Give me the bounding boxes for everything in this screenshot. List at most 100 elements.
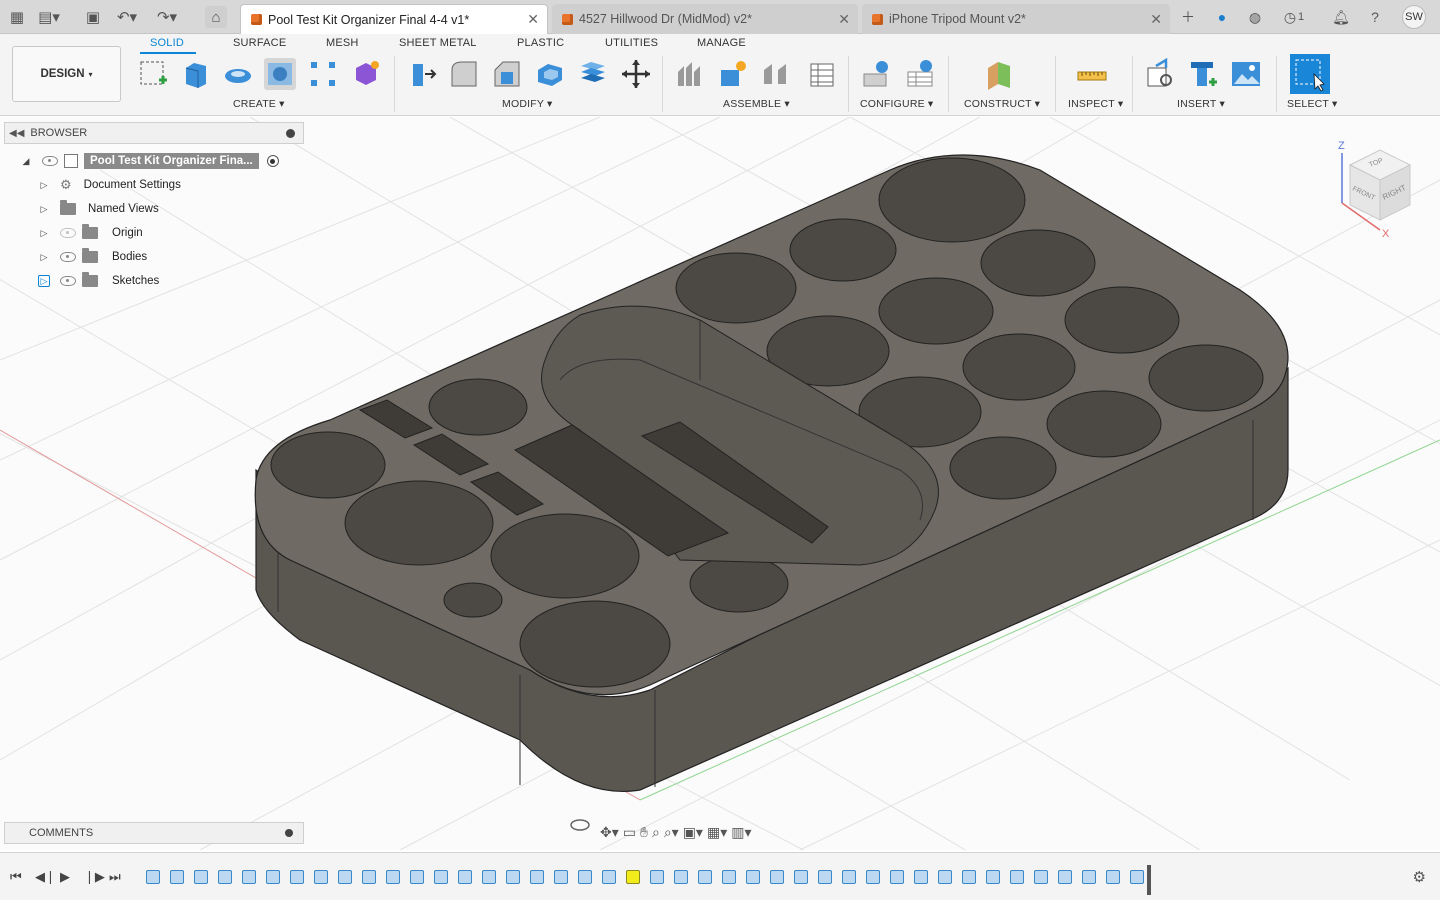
timeline-feature-icon[interactable]: [818, 870, 832, 884]
construct-menu[interactable]: CONSTRUCT ▾: [964, 98, 1040, 110]
timeline-feature-icon[interactable]: [434, 870, 448, 884]
insert-canvas-icon[interactable]: [1230, 58, 1262, 90]
fillet-icon[interactable]: [448, 58, 480, 90]
tab-sheet-metal[interactable]: SHEET METAL: [399, 37, 477, 49]
inspect-menu[interactable]: INSPECT ▾: [1068, 98, 1123, 110]
measure-icon[interactable]: [1076, 58, 1108, 90]
timeline-feature-icon[interactable]: [170, 870, 184, 884]
combine-icon[interactable]: [577, 58, 609, 90]
new-tab-icon[interactable]: ＋: [1177, 6, 1199, 28]
job-status-icon[interactable]: ◷ 1: [1278, 6, 1310, 28]
construct-plane-icon[interactable]: [984, 58, 1016, 90]
tree-root[interactable]: ◢ Pool Test Kit Organizer Fina...: [20, 151, 279, 171]
timeline-feature-icon[interactable]: [218, 870, 232, 884]
model-view[interactable]: [0, 117, 1440, 850]
tree-item-named-views[interactable]: ▷ Named Views: [38, 199, 165, 219]
activate-radio-icon[interactable]: [266, 155, 279, 167]
configure-menu[interactable]: CONFIGURE ▾: [860, 98, 933, 110]
select-menu[interactable]: SELECT ▾: [1287, 98, 1337, 110]
insert-menu[interactable]: INSERT ▾: [1177, 98, 1225, 110]
timeline-feature-icon[interactable]: [842, 870, 856, 884]
timeline-feature-icon[interactable]: [674, 870, 688, 884]
timeline-feature-icon[interactable]: [602, 870, 616, 884]
form-icon[interactable]: [350, 58, 382, 90]
timeline-feature-icon[interactable]: [794, 870, 808, 884]
undo-icon[interactable]: ↶▾: [116, 6, 138, 28]
timeline-feature-icon[interactable]: [914, 870, 928, 884]
timeline-feature-icon[interactable]: [194, 870, 208, 884]
timeline-feature-icon[interactable]: [626, 870, 640, 884]
fit-icon[interactable]: ⌕▾: [664, 824, 679, 841]
play-icon[interactable]: ▶: [60, 869, 70, 885]
timeline-feature-icon[interactable]: [722, 870, 736, 884]
timeline-feature-icon[interactable]: [578, 870, 592, 884]
file-menu-icon[interactable]: ▤▾: [38, 6, 60, 28]
add-comment-icon[interactable]: [285, 829, 293, 837]
expand-triangle-icon[interactable]: ▷: [38, 179, 50, 191]
view-cube-graphic[interactable]: Z X TOP FRONT RIGHT: [1330, 135, 1430, 245]
table-icon[interactable]: [803, 58, 835, 90]
expand-triangle-icon[interactable]: ▷: [38, 203, 50, 215]
visibility-eye-icon[interactable]: [42, 156, 58, 166]
timeline-feature-icon[interactable]: [314, 870, 328, 884]
assemble-menu[interactable]: ASSEMBLE ▾: [723, 98, 790, 110]
configuration-table-icon[interactable]: [904, 58, 936, 90]
hole-icon[interactable]: [264, 58, 296, 90]
close-icon[interactable]: ✕: [838, 11, 850, 28]
browser-panel-header[interactable]: ◀◀ BROWSER: [4, 122, 304, 144]
timeline-feature-icon[interactable]: [1130, 870, 1144, 884]
panel-options-icon[interactable]: [286, 128, 295, 138]
tree-item-document-settings[interactable]: ▷ ⚙ Document Settings: [38, 175, 187, 195]
viewports-icon[interactable]: ▥▾: [731, 824, 751, 841]
view-cube[interactable]: Z X TOP FRONT RIGHT: [1330, 135, 1430, 245]
timeline-feature-icon[interactable]: [1010, 870, 1024, 884]
timeline-feature-icon[interactable]: [266, 870, 280, 884]
workspace-switcher[interactable]: DESIGN ▾: [12, 46, 121, 102]
timeline-feature-icon[interactable]: [386, 870, 400, 884]
visibility-eye-icon[interactable]: [60, 252, 76, 262]
timeline-feature-icon[interactable]: [362, 870, 376, 884]
display-settings-icon[interactable]: ▣▾: [683, 824, 703, 841]
viewport-canvas[interactable]: [0, 117, 1440, 850]
insert-mcmaster-icon[interactable]: [1187, 58, 1219, 90]
online-status-icon[interactable]: ◍: [1244, 6, 1266, 28]
shell-icon[interactable]: [534, 58, 566, 90]
timeline-feature-icon[interactable]: [962, 870, 976, 884]
pan-icon[interactable]: ✋︎: [640, 824, 648, 841]
tab-document-2[interactable]: 4527 Hillwood Dr (MidMod) v2* ✕: [552, 4, 858, 34]
expand-triangle-icon[interactable]: ◢: [20, 155, 32, 167]
redo-icon[interactable]: ↷▾: [156, 6, 178, 28]
collapse-panel-icon[interactable]: ◀◀: [9, 128, 24, 139]
tab-solid[interactable]: SOLID: [150, 37, 184, 49]
new-component-icon[interactable]: [674, 58, 706, 90]
close-icon[interactable]: ✕: [1150, 11, 1162, 28]
timeline-feature-icon[interactable]: [890, 870, 904, 884]
timeline-feature-icon[interactable]: [650, 870, 664, 884]
zoom-icon[interactable]: ⌕: [652, 824, 660, 841]
tab-surface[interactable]: SURFACE: [233, 37, 286, 49]
go-to-start-icon[interactable]: ⏮: [10, 869, 22, 885]
look-at-icon[interactable]: ▭: [623, 824, 636, 841]
tab-plastic[interactable]: PLASTIC: [517, 37, 564, 49]
modify-menu[interactable]: MODIFY ▾: [502, 98, 552, 110]
step-back-icon[interactable]: ◀❘: [35, 869, 56, 885]
timeline-feature-icon[interactable]: [1106, 870, 1120, 884]
tree-item-sketches[interactable]: ▷ Sketches: [38, 271, 165, 291]
create-menu[interactable]: CREATE ▾: [233, 98, 285, 110]
select-icon[interactable]: [1290, 54, 1330, 94]
timeline-feature-icon[interactable]: [698, 870, 712, 884]
as-built-joint-icon[interactable]: [760, 58, 792, 90]
insert-derive-icon[interactable]: [1144, 58, 1176, 90]
timeline-feature-icon[interactable]: [338, 870, 352, 884]
timeline-feature-icon[interactable]: [1034, 870, 1048, 884]
timeline-feature-icon[interactable]: [1058, 870, 1072, 884]
timeline-feature-icon[interactable]: [866, 870, 880, 884]
orbit-icon[interactable]: ✥▾: [600, 824, 619, 841]
timeline-feature-icon[interactable]: [482, 870, 496, 884]
gear-icon[interactable]: ⚙: [1413, 868, 1426, 886]
visibility-eye-icon[interactable]: [60, 276, 76, 286]
tab-mesh[interactable]: MESH: [326, 37, 359, 49]
chamfer-icon[interactable]: [491, 58, 523, 90]
press-pull-icon[interactable]: [405, 58, 437, 90]
create-sketch-icon[interactable]: [137, 58, 169, 90]
